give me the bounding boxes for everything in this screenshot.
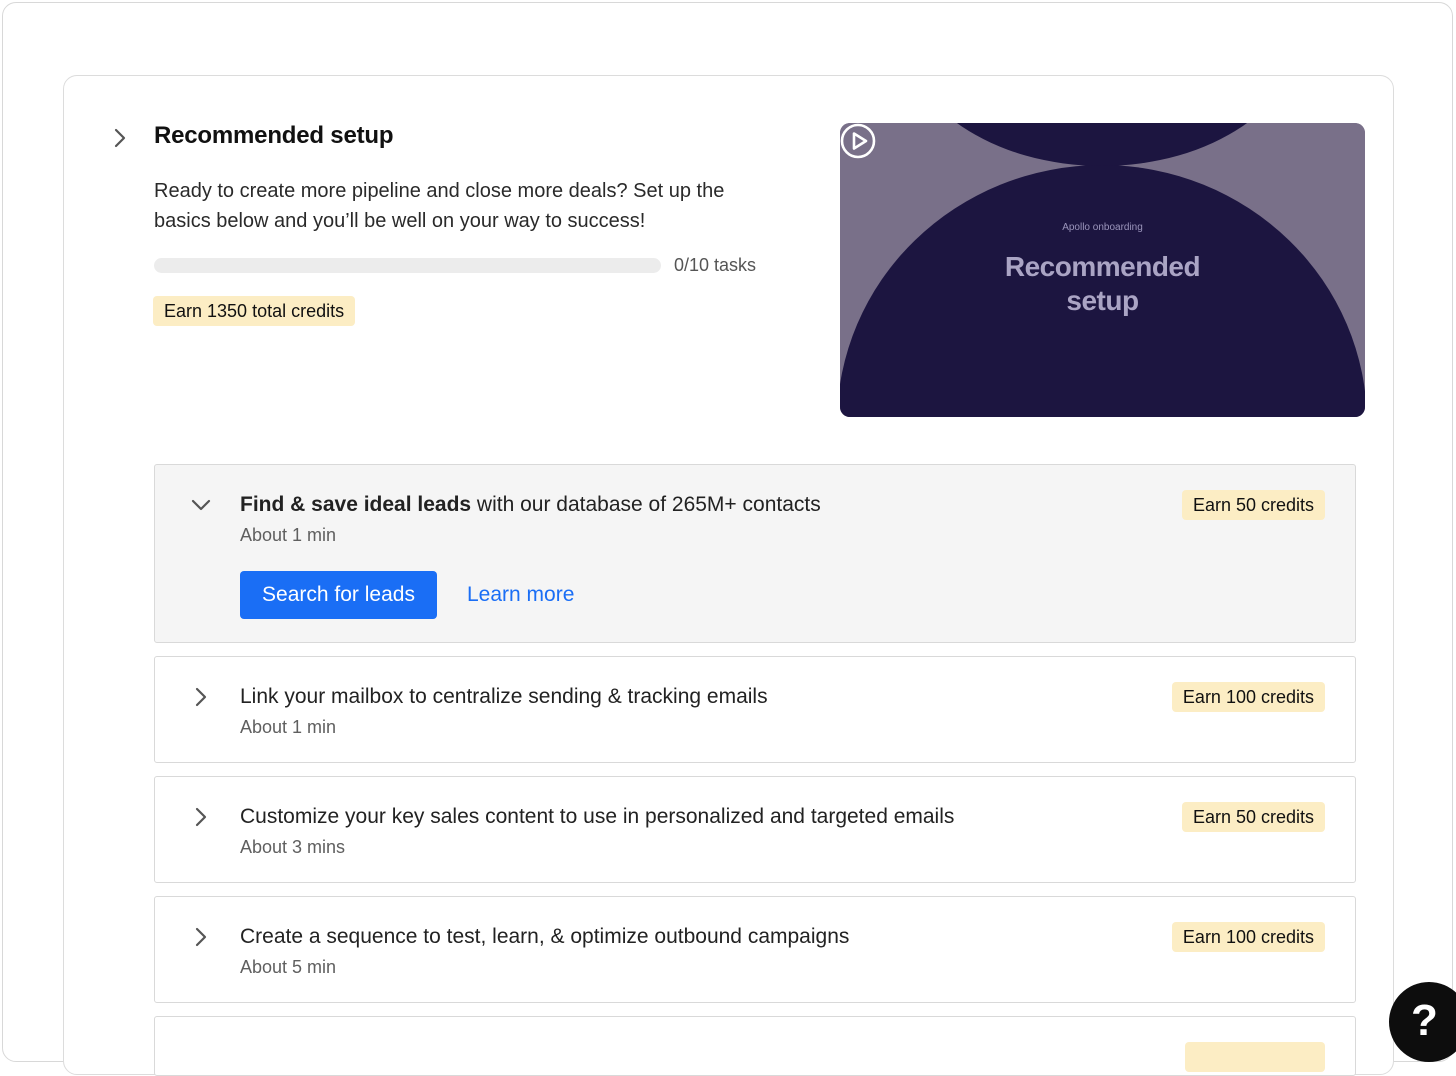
play-icon[interactable] (840, 123, 876, 159)
task-credits-badge: Earn 50 credits (1181, 490, 1325, 520)
chevron-right-icon[interactable] (187, 683, 215, 711)
video-title: Recommended setup (840, 250, 1365, 318)
task-duration: About 3 mins (240, 837, 346, 857)
video-title-line2: setup (1066, 285, 1139, 316)
task-title: Link your mailbox to centralize sending … (240, 685, 768, 708)
search-for-leads-button[interactable]: Search for leads (240, 571, 437, 619)
task-title-rest: with our database of 265M+ contacts (471, 493, 821, 516)
video-kicker: Apollo onboarding (1062, 222, 1143, 233)
task-title-bold: Find & save ideal leads (240, 493, 472, 516)
task-create-sequence[interactable]: Create a sequence to test, learn, & opti… (154, 896, 1356, 1003)
onboarding-video[interactable]: Apollo onboarding Recommended setup (840, 123, 1365, 417)
task-credits-badge: Earn 100 credits (1171, 682, 1325, 712)
task-duration: About 1 min (240, 525, 337, 545)
task-duration: About 5 min (240, 957, 337, 977)
task-link-mailbox[interactable]: Link your mailbox to centralize sending … (154, 656, 1356, 763)
task-duration: About 1 min (240, 717, 337, 737)
task-title: Create a sequence to test, learn, & opti… (240, 925, 850, 948)
task-credits-badge (1185, 1042, 1325, 1072)
chevron-right-icon[interactable] (108, 124, 132, 152)
learn-more-link[interactable]: Learn more (467, 583, 574, 607)
task-next[interactable] (154, 1016, 1356, 1076)
progress-label: 0/10 tasks (674, 255, 757, 275)
task-credits-badge: Earn 50 credits (1181, 802, 1325, 832)
task-find-leads[interactable]: Find & save ideal leads with our databas… (154, 464, 1356, 643)
task-customize-content[interactable]: Customize your key sales content to use … (154, 776, 1356, 883)
chevron-right-icon[interactable] (187, 923, 215, 951)
chevron-down-icon[interactable] (187, 491, 215, 519)
progress-bar (154, 258, 661, 273)
task-title: Find & save ideal leads with our databas… (240, 493, 821, 517)
section-title: Recommended setup (154, 122, 394, 149)
task-credits-badge: Earn 100 credits (1171, 922, 1325, 952)
total-credits-badge: Earn 1350 total credits (153, 296, 356, 326)
task-title: Customize your key sales content to use … (240, 805, 955, 828)
section-description: Ready to create more pipeline and close … (154, 180, 725, 232)
video-title-line1: Recommended (1004, 251, 1201, 282)
question-mark-icon: ? (1411, 996, 1438, 1045)
chevron-right-icon[interactable] (187, 803, 215, 831)
